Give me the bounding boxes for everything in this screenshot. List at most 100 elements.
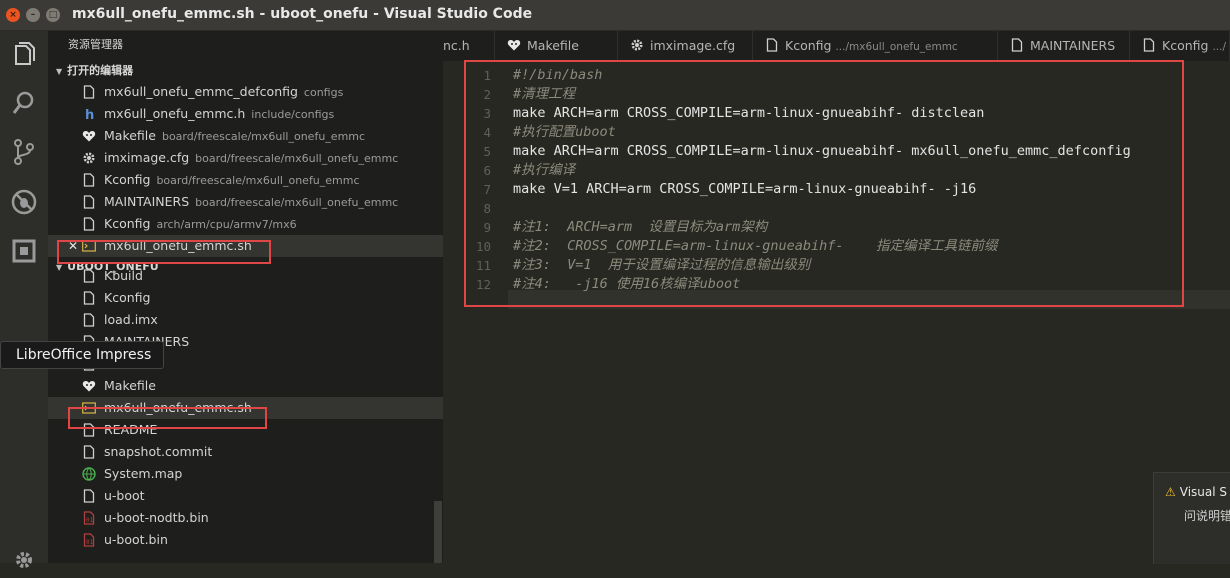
tab-description: .../ (1212, 41, 1227, 53)
file-name: mx6ull_onefu_emmc_defconfig (104, 84, 298, 99)
svg-text:01: 01 (86, 539, 94, 546)
file-file-icon (82, 269, 96, 283)
file-row[interactable]: load.imx (48, 309, 443, 331)
file-file-icon (82, 445, 96, 459)
editor-tab[interactable]: imximage.cfg (618, 31, 753, 61)
file-name: System.map (104, 466, 183, 481)
highlight-box-project-file (68, 407, 267, 429)
heart-file-icon (82, 379, 96, 393)
file-name: snapshot.commit (104, 444, 213, 459)
file-tab-icon (1142, 33, 1156, 52)
explorer-header: 资源管理器 (68, 38, 123, 51)
svg-text:h: h (85, 108, 94, 121)
file-file-icon (82, 489, 96, 503)
editor-tabs: nc.h Makefile imximage.cfg Kconfig .../mx6ul… (443, 31, 1230, 61)
gear-file-icon (82, 151, 96, 165)
file-row[interactable]: Kconfig (48, 287, 443, 309)
file-file-icon (82, 173, 96, 187)
tab-label: Makefile (527, 38, 579, 53)
file-row[interactable]: 01 u-boot-nodtb.bin (48, 507, 443, 529)
warning-icon: ⚠ (1165, 485, 1176, 499)
highlight-box-code (464, 60, 1184, 307)
file-path-description: board/freescale/mx6ull_onefu_emmc (195, 196, 399, 209)
editor-tab[interactable]: Kconfig .../ (1130, 31, 1230, 61)
file-row[interactable]: snapshot.commit (48, 441, 443, 463)
h-file-icon: h (82, 107, 96, 121)
file-name: Kconfig (104, 216, 151, 231)
window-close-button[interactable]: × (6, 8, 20, 22)
file-tab-icon (765, 33, 779, 52)
file-path-description: board/freescale/mx6ull_onefu_emmc (195, 152, 399, 165)
sidebar-scrollbar[interactable] (434, 501, 442, 563)
file-row[interactable]: imximage.cfg board/freescale/mx6ull_onefu… (48, 147, 443, 169)
open-editors-title: 打开的编辑器 (67, 64, 134, 77)
file-name: Kbuild (104, 268, 143, 283)
editor-tab[interactable]: nc.h (443, 31, 495, 61)
file-file-icon (82, 313, 96, 327)
binary-file-icon: 01 (82, 511, 96, 525)
open-editors-list: mx6ull_onefu_emmc_defconfig configs h mx6ul… (48, 81, 443, 257)
file-row[interactable]: h mx6ull_onefu_emmc.h include/configs (48, 103, 443, 125)
binary-file-icon: 01 (82, 533, 96, 547)
open-editors-section[interactable]: ▼ 打开的编辑器 (48, 61, 443, 81)
file-file-icon (82, 85, 96, 99)
file-path-description: board/freescale/mx6ull_onefu_emmc (161, 130, 366, 143)
file-name: u-boot.bin (104, 532, 168, 547)
svg-text:01: 01 (86, 517, 94, 524)
file-path-description: board/freescale/mx6ull_onefu_emmc (156, 174, 360, 187)
file-row[interactable]: 01 u-boot.bin (48, 529, 443, 551)
file-path-description: include/configs (251, 108, 335, 121)
notification-toast[interactable]: ⚠ Visual S 问说明错 (1153, 472, 1230, 564)
notification-title: ⚠ Visual S (1165, 485, 1227, 499)
file-path-description: configs (303, 86, 344, 99)
gear-tab-icon (630, 33, 644, 51)
window-minimize-button[interactable]: – (26, 8, 40, 22)
file-name: load.imx (104, 312, 158, 327)
source-control-icon[interactable] (10, 138, 38, 166)
heart-tab-icon (507, 33, 521, 51)
explorer-sidebar: 资源管理器 ▼ 打开的编辑器 mx6ull_onefu_emmc_defconfi… (48, 31, 443, 563)
file-tab-icon (1010, 33, 1024, 52)
activity-bar (0, 31, 48, 568)
editor-tab[interactable]: Makefile (495, 31, 618, 61)
caret-down-icon: ▼ (56, 67, 63, 76)
tab-description: .../mx6ull_onefu_emmc (835, 41, 958, 53)
file-row[interactable]: u-boot (48, 485, 443, 507)
explorer-icon[interactable] (10, 40, 38, 68)
file-name: Kconfig (104, 290, 151, 305)
globe-file-icon (82, 467, 96, 481)
file-name: MAINTAINERS (104, 194, 190, 209)
file-row[interactable]: Makefile (48, 375, 443, 397)
search-icon[interactable] (10, 89, 38, 117)
file-name: Makefile (104, 378, 156, 393)
window-maximize-button[interactable]: □ (46, 8, 60, 22)
file-name: Kconfig (104, 172, 151, 187)
window-title: mx6ull_onefu_emmc.sh - uboot_onefu - Vis… (72, 6, 533, 22)
heart-file-icon (82, 129, 96, 143)
file-name: imximage.cfg (104, 150, 190, 165)
title-bar: × – □ mx6ull_onefu_emmc.sh - uboot_onefu… (0, 0, 1230, 31)
file-name: mx6ull_onefu_emmc.h (104, 106, 246, 121)
notification-body: 问说明错 (1184, 509, 1230, 523)
extensions-icon[interactable] (10, 237, 38, 265)
file-file-icon (82, 217, 96, 231)
tab-label: Kconfig (1162, 38, 1209, 53)
file-row[interactable]: MAINTAINERS board/freescale/mx6ull_onefu_… (48, 191, 443, 213)
file-file-icon (82, 195, 96, 209)
debug-icon[interactable] (10, 188, 38, 216)
editor-tab[interactable]: Kconfig .../mx6ull_onefu_emmc (753, 31, 998, 61)
tab-label: nc.h (443, 38, 470, 53)
settings-gear-icon[interactable] (10, 546, 38, 574)
tab-label: MAINTAINERS (1030, 38, 1116, 53)
file-row[interactable]: mx6ull_onefu_emmc_defconfig configs (48, 81, 443, 103)
file-row[interactable]: System.map (48, 463, 443, 485)
file-row[interactable]: Kconfig board/freescale/mx6ull_onefu_emmc (48, 169, 443, 191)
tab-label: imximage.cfg (650, 38, 736, 53)
file-row[interactable]: Kconfig arch/arm/cpu/armv7/mx6 (48, 213, 443, 235)
editor-tab[interactable]: MAINTAINERS (998, 31, 1130, 61)
file-path-description: arch/arm/cpu/armv7/mx6 (156, 218, 297, 231)
file-row[interactable]: Kbuild (48, 265, 443, 287)
launcher-tooltip: LibreOffice Impress (0, 341, 165, 369)
file-row[interactable]: Makefile board/freescale/mx6ull_onefu_emm… (48, 125, 443, 147)
file-file-icon (82, 291, 96, 305)
